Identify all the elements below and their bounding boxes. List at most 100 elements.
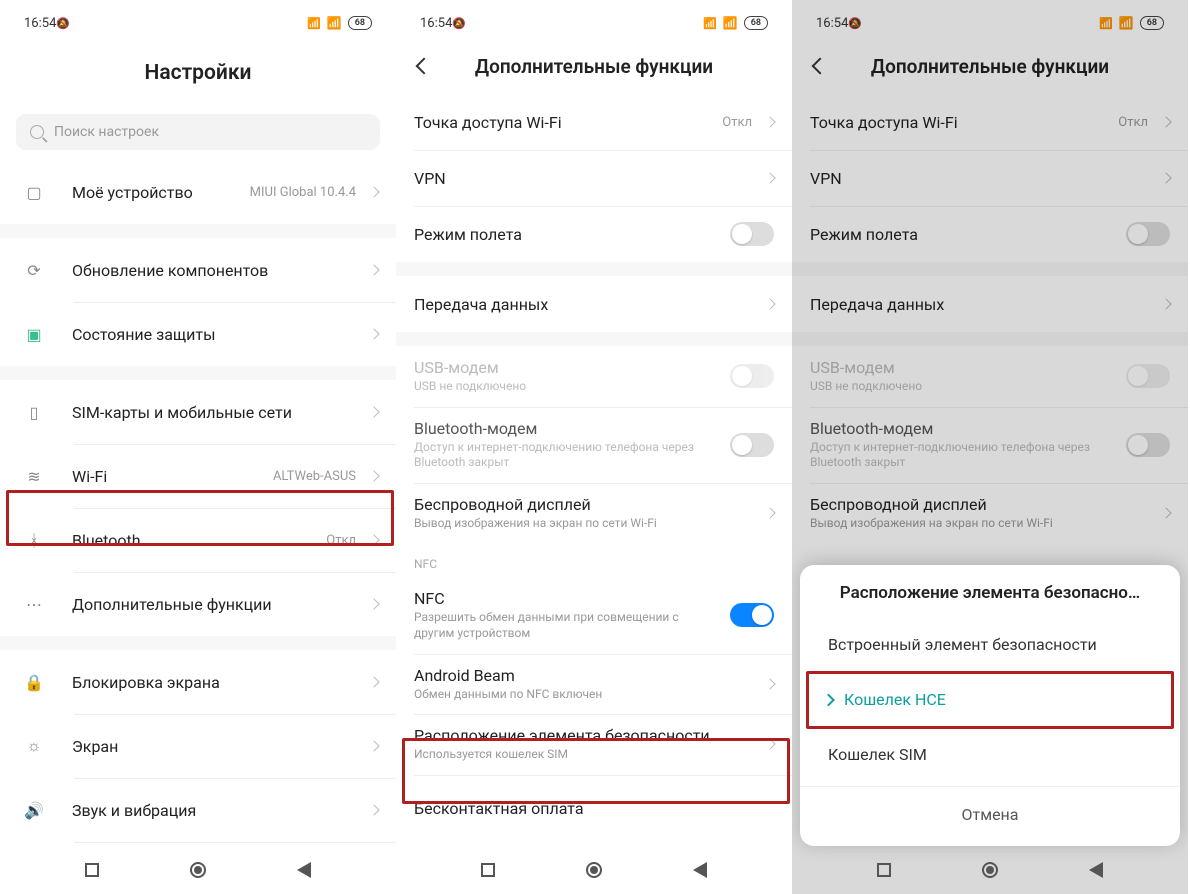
more-list: Точка доступа Wi-Fi Откл VPN Режим полет… bbox=[396, 94, 792, 846]
chevron-right-icon bbox=[368, 470, 379, 481]
airplane-toggle[interactable] bbox=[1126, 222, 1170, 246]
status-time: 16:54 bbox=[420, 16, 452, 31]
usb-toggle bbox=[730, 364, 774, 388]
nav-recents-button[interactable] bbox=[877, 863, 891, 877]
wifi-icon: ≋ bbox=[18, 460, 50, 492]
chevron-right-icon bbox=[368, 676, 379, 687]
back-button[interactable] bbox=[414, 58, 430, 74]
chevron-right-icon bbox=[764, 507, 775, 518]
row-bt-tether[interactable]: Bluetooth-модем Доступ к интернет-подклю… bbox=[396, 407, 792, 483]
row-notifications[interactable]: ▢ Уведомления bbox=[0, 842, 396, 846]
nav-recents-button[interactable] bbox=[85, 863, 99, 877]
chevron-right-icon bbox=[1160, 172, 1171, 183]
row-bluetooth[interactable]: ᚼ Bluetooth Откл bbox=[0, 508, 396, 572]
shield-icon: ▣ bbox=[18, 318, 50, 350]
row-secure-element[interactable]: Расположение элемента безопасности Испол… bbox=[396, 714, 792, 775]
chevron-right-icon bbox=[368, 598, 379, 609]
option-hce-wallet[interactable]: Кошелек HCE bbox=[800, 672, 1180, 727]
bt-tether-toggle[interactable] bbox=[1126, 433, 1170, 457]
device-icon: ▢ bbox=[18, 176, 50, 208]
row-bt-tether[interactable]: Bluetooth-модем Доступ к интернет-подклю… bbox=[792, 407, 1188, 483]
option-sim-wallet[interactable]: Кошелек SIM bbox=[800, 727, 1180, 782]
row-wireless-display[interactable]: Беспроводной дисплей Вывод изображения н… bbox=[792, 483, 1188, 544]
chevron-right-icon bbox=[764, 298, 775, 309]
row-lockscreen[interactable]: 🔒 Блокировка экрана bbox=[0, 650, 396, 714]
row-nfc[interactable]: NFC Разрешить обмен данными при совмещен… bbox=[396, 577, 792, 653]
row-data-usage[interactable]: Передача данных bbox=[792, 276, 1188, 332]
row-more-features[interactable]: ⋯ Дополнительные функции bbox=[0, 572, 396, 636]
status-time: 16:54 bbox=[816, 16, 848, 31]
row-wifi[interactable]: ≋ Wi-Fi ALTWeb-ASUS bbox=[0, 444, 396, 508]
chevron-right-icon bbox=[764, 116, 775, 127]
chevron-right-icon bbox=[764, 172, 775, 183]
chevron-right-icon bbox=[368, 328, 379, 339]
chevron-right-icon bbox=[764, 678, 775, 689]
nav-home-button[interactable] bbox=[586, 862, 602, 878]
search-icon bbox=[30, 125, 44, 139]
mute-icon bbox=[56, 16, 70, 30]
row-airplane[interactable]: Режим полета bbox=[792, 206, 1188, 262]
status-time: 16:54 bbox=[24, 16, 56, 31]
row-display[interactable]: ☼ Экран bbox=[0, 714, 396, 778]
back-button[interactable] bbox=[810, 58, 826, 74]
battery-indicator: 68 bbox=[348, 16, 372, 30]
chevron-right-icon bbox=[368, 804, 379, 815]
row-hotspot[interactable]: Точка доступа Wi-Fi Откл bbox=[792, 94, 1188, 150]
status-bar: 16:54 📶 📶 68 bbox=[0, 8, 396, 38]
row-my-device[interactable]: ▢ Моё устройство MIUI Global 10.4.4 bbox=[0, 160, 396, 224]
update-icon: ⟳ bbox=[18, 254, 50, 286]
row-hotspot[interactable]: Точка доступа Wi-Fi Откл bbox=[396, 94, 792, 150]
row-wireless-display[interactable]: Беспроводной дисплей Вывод изображения н… bbox=[396, 483, 792, 544]
nav-bar bbox=[792, 846, 1188, 894]
battery-indicator: 68 bbox=[1140, 16, 1164, 30]
chevron-right-icon bbox=[368, 740, 379, 751]
chevron-right-icon bbox=[368, 264, 379, 275]
sim-icon: ▯ bbox=[18, 396, 50, 428]
row-data-usage[interactable]: Передача данных bbox=[396, 276, 792, 332]
search-input[interactable]: Поиск настроек bbox=[16, 114, 380, 150]
nav-bar bbox=[396, 846, 792, 894]
row-sim[interactable]: ▯ SIM-карты и мобильные сети bbox=[0, 380, 396, 444]
more-icon: ⋯ bbox=[18, 588, 50, 620]
sun-icon: ☼ bbox=[18, 730, 50, 762]
row-sound[interactable]: 🔊 Звук и вибрация bbox=[0, 778, 396, 842]
nav-back-button[interactable] bbox=[297, 862, 311, 878]
row-contactless[interactable]: Бесконтактная оплата bbox=[396, 775, 792, 831]
airplane-toggle[interactable] bbox=[730, 222, 774, 246]
signal-icon: 📶 bbox=[1099, 17, 1113, 30]
secure-element-sheet: Расположение элемента безопасно… Встроен… bbox=[800, 565, 1180, 846]
mute-icon bbox=[452, 16, 466, 30]
row-usb-tether: USB-модем USB не подключено bbox=[396, 346, 792, 407]
nfc-section-label: NFC bbox=[396, 543, 792, 577]
nav-recents-button[interactable] bbox=[481, 863, 495, 877]
settings-list: ▢ Моё устройство MIUI Global 10.4.4 ⟳ Об… bbox=[0, 160, 396, 846]
row-security-status[interactable]: ▣ Состояние защиты bbox=[0, 302, 396, 366]
nav-home-button[interactable] bbox=[982, 862, 998, 878]
nav-back-button[interactable] bbox=[693, 862, 707, 878]
bluetooth-icon: ᚼ bbox=[18, 524, 50, 556]
row-updates[interactable]: ⟳ Обновление компонентов bbox=[0, 238, 396, 302]
sheet-title: Расположение элемента безопасно… bbox=[800, 565, 1180, 617]
chevron-right-icon bbox=[1160, 116, 1171, 127]
wifi-icon: 📶 bbox=[1119, 16, 1134, 30]
nfc-toggle[interactable] bbox=[730, 603, 774, 627]
mute-icon bbox=[848, 16, 862, 30]
cancel-button[interactable]: Отмена bbox=[800, 786, 1180, 842]
option-embedded[interactable]: Встроенный элемент безопасности bbox=[800, 617, 1180, 672]
chevron-right-icon bbox=[764, 739, 775, 750]
page-title: Настройки bbox=[145, 61, 252, 85]
bt-tether-toggle[interactable] bbox=[730, 433, 774, 457]
page-title: Дополнительные функции bbox=[475, 55, 713, 78]
row-airplane[interactable]: Режим полета bbox=[396, 206, 792, 262]
nav-home-button[interactable] bbox=[190, 862, 206, 878]
row-vpn[interactable]: VPN bbox=[396, 150, 792, 206]
row-vpn[interactable]: VPN bbox=[792, 150, 1188, 206]
battery-indicator: 68 bbox=[744, 16, 768, 30]
page-header: Дополнительные функции bbox=[396, 38, 792, 94]
secure-element-dialog-screen: 16:54 📶 📶 68 Дополнительные функции Точк… bbox=[792, 0, 1188, 894]
chevron-right-icon bbox=[368, 186, 379, 197]
row-android-beam[interactable]: Android Beam Обмен данными по NFC включе… bbox=[396, 654, 792, 715]
search-placeholder: Поиск настроек bbox=[54, 124, 159, 140]
nav-back-button[interactable] bbox=[1089, 862, 1103, 878]
chevron-right-icon bbox=[1160, 298, 1171, 309]
